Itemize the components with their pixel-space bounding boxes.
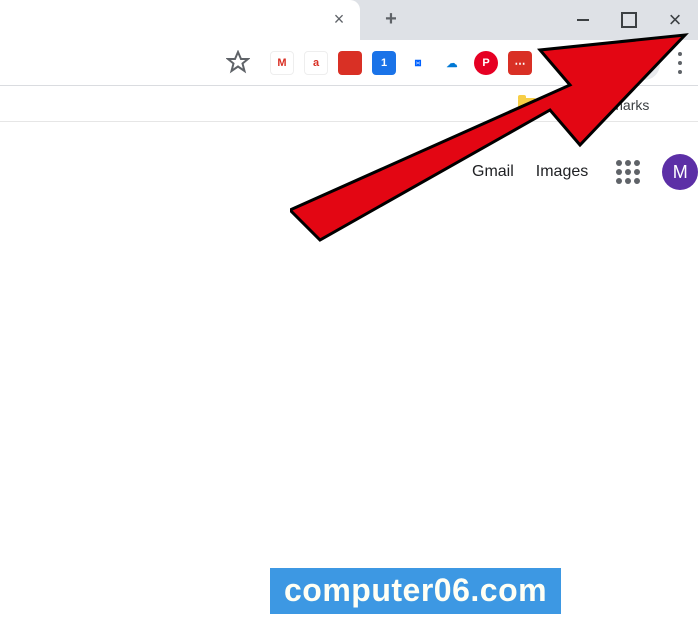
bookmarks-bar: Other bookmarks [0, 86, 698, 122]
dots-ext-icon[interactable]: ⋯ [508, 51, 532, 75]
menu-dot-icon [678, 61, 682, 65]
profile-button[interactable] [628, 48, 660, 80]
pinterest-icon[interactable]: P [474, 51, 498, 75]
toolbar-separator [616, 52, 617, 76]
active-tab[interactable]: × [0, 0, 360, 40]
a2-ext-icon[interactable]: a [304, 51, 328, 75]
window-close-button[interactable]: × [652, 0, 698, 40]
account-avatar[interactable]: M [662, 154, 698, 190]
browser-toolbar: M a 1 ⧈ ☁ P ⋯ [0, 40, 698, 86]
tab-strip: × + × [0, 0, 698, 40]
menu-dot-icon [678, 70, 682, 74]
images-link[interactable]: Images [536, 163, 588, 181]
watermark-label: computer06.com [270, 568, 561, 614]
maximize-button[interactable] [606, 0, 652, 40]
dropbox-icon[interactable]: ⧈ [406, 51, 430, 75]
minimize-button[interactable] [560, 0, 606, 40]
bookmark-star-icon[interactable] [226, 50, 250, 74]
other-bookmarks-folder[interactable]: Other bookmarks [518, 94, 649, 116]
cloud-ext-icon[interactable]: ☁ [440, 51, 464, 75]
mail-icon[interactable]: M [270, 51, 294, 75]
chrome-menu-button[interactable] [670, 50, 690, 76]
badge-ext-icon[interactable]: 1 [372, 51, 396, 75]
google-header-links: Gmail Images M [472, 154, 698, 190]
profile-avatar-icon [635, 55, 653, 73]
new-tab-button[interactable]: + [380, 9, 402, 31]
window-controls: × [560, 0, 698, 40]
other-bookmarks-label: Other bookmarks [542, 97, 649, 113]
extension-icons-row: M a 1 ⧈ ☁ P ⋯ [270, 48, 532, 78]
square-ext-icon[interactable] [338, 51, 362, 75]
google-apps-button[interactable] [616, 160, 640, 184]
menu-dot-icon [678, 52, 682, 56]
close-tab-button[interactable]: × [330, 10, 348, 28]
folder-icon [518, 98, 536, 112]
gmail-link[interactable]: Gmail [472, 163, 514, 181]
